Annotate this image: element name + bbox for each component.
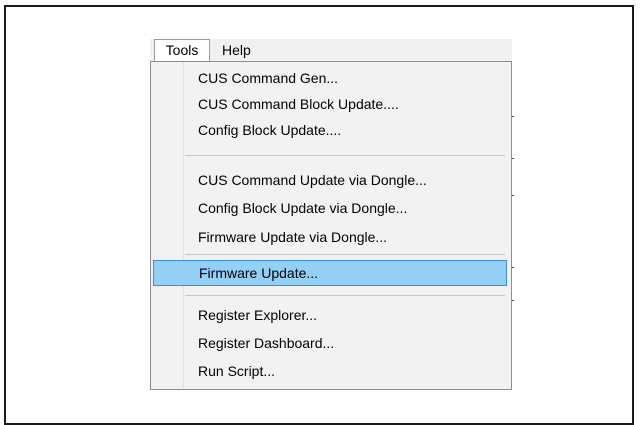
menu-item-config-block-update[interactable]: Config Block Update.... <box>151 117 511 143</box>
menu-item-label: CUS Command Block Update.... <box>198 96 399 112</box>
menu-item-label: Register Explorer... <box>198 307 318 323</box>
menu-item-label: Config Block Update.... <box>198 122 342 138</box>
menu-item-config-block-update-dongle[interactable]: Config Block Update via Dongle... <box>151 195 511 221</box>
menu-tools[interactable]: Tools <box>154 39 210 61</box>
menu-help[interactable]: Help <box>216 39 257 61</box>
menu-item-run-script[interactable]: Run Script... <box>151 358 511 384</box>
menu-separator <box>185 295 505 296</box>
background-line <box>512 267 514 268</box>
menu-item-label: Config Block Update via Dongle... <box>198 200 408 216</box>
menu-item-label: Run Script... <box>198 363 276 379</box>
menu-item-label: CUS Command Update via Dongle... <box>198 172 427 188</box>
menu-item-label: Firmware Update via Dongle... <box>198 229 388 245</box>
menu-item-cus-command-gen[interactable]: CUS Command Gen... <box>151 65 511 91</box>
menu-item-cus-command-block-update[interactable]: CUS Command Block Update.... <box>151 91 511 117</box>
menu-item-label: CUS Command Gen... <box>198 70 339 86</box>
tools-dropdown-menu: CUS Command Gen... CUS Command Block Upd… <box>150 61 512 390</box>
background-line <box>512 158 514 159</box>
menu-item-register-explorer[interactable]: Register Explorer... <box>151 302 511 328</box>
menu-item-firmware-update-dongle[interactable]: Firmware Update via Dongle... <box>151 224 511 250</box>
menu-item-label: Firmware Update... <box>199 265 319 281</box>
menu-separator <box>185 155 505 156</box>
menu-item-register-dashboard[interactable]: Register Dashboard... <box>151 330 511 356</box>
menu-item-label: Register Dashboard... <box>198 335 335 351</box>
menu-item-firmware-update[interactable]: Firmware Update... <box>153 260 507 286</box>
background-line <box>512 300 514 301</box>
background-line <box>512 116 514 117</box>
menu-bar: Tools Help <box>150 39 512 62</box>
menu-item-cus-command-update-dongle[interactable]: CUS Command Update via Dongle... <box>151 167 511 193</box>
menu-separator <box>185 254 505 255</box>
background-line <box>512 195 514 196</box>
